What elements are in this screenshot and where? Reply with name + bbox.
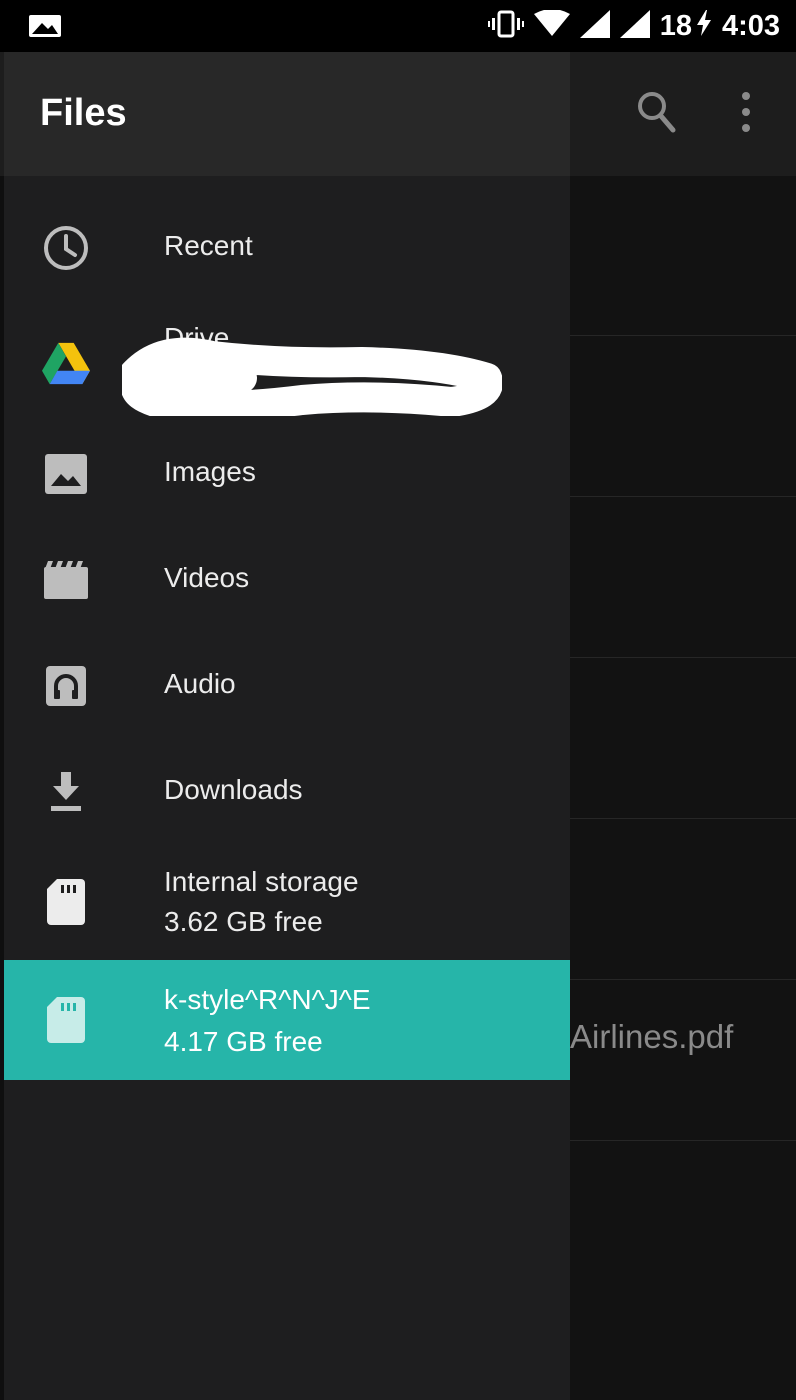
nav-item-free-space: 4.17 GB free	[164, 1026, 323, 1057]
nav-item-label: Audio	[164, 668, 236, 699]
drawer-header: Files	[4, 52, 570, 176]
status-bar: 18 4:03	[0, 0, 796, 52]
audio-icon	[42, 662, 90, 710]
signal-count: 18	[659, 9, 692, 42]
more-vert-icon[interactable]	[740, 90, 752, 139]
vibrate-icon	[487, 10, 524, 43]
navigation-drawer: Files Recent Drive Images Videos Audio D…	[4, 52, 570, 1400]
nav-item-images[interactable]: Images	[4, 420, 570, 526]
cell-signal-icon	[619, 9, 650, 43]
photo-notification-icon	[28, 14, 62, 43]
nav-item-videos[interactable]: Videos	[4, 526, 570, 632]
file-name[interactable]: Airlines.pdf	[570, 1018, 733, 1056]
nav-item-internal-storage[interactable]: Internal storage 3.62 GB free	[4, 846, 570, 960]
cell-signal-icon	[579, 9, 610, 43]
clock-icon	[42, 224, 90, 272]
video-icon	[42, 556, 90, 604]
nav-item-label: Recent	[164, 230, 253, 261]
list-divider	[570, 818, 796, 819]
list-divider	[570, 335, 796, 336]
list-divider	[570, 979, 796, 980]
nav-item-label: Images	[164, 456, 256, 487]
drawer-title: Files	[40, 92, 127, 134]
nav-item-label: Internal storage	[164, 866, 359, 897]
clock: 4:03	[721, 9, 780, 42]
nav-item-label: k-style^R^N^J^E	[164, 984, 371, 1015]
nav-item-label: Downloads	[164, 774, 303, 805]
list-divider	[570, 657, 796, 658]
sd-card-icon	[42, 996, 90, 1044]
list-divider	[570, 496, 796, 497]
google-drive-icon	[42, 340, 90, 388]
list-divider	[570, 1140, 796, 1141]
wifi-icon	[533, 8, 570, 43]
sd-card-icon	[42, 878, 90, 926]
nav-item-label: Videos	[164, 562, 250, 593]
nav-item-downloads[interactable]: Downloads	[4, 738, 570, 844]
battery-charging-icon	[696, 9, 712, 43]
file-list: Airlines.pdf	[570, 176, 796, 1400]
image-icon	[42, 450, 90, 498]
nav-item-sd-card[interactable]: k-style^R^N^J^E 4.17 GB free	[4, 960, 570, 1080]
nav-item-recent[interactable]: Recent	[4, 194, 570, 300]
nav-item-free-space: 3.62 GB free	[164, 906, 323, 937]
download-icon	[42, 768, 90, 816]
nav-item-audio[interactable]: Audio	[4, 632, 570, 738]
redaction-scribble	[122, 337, 502, 416]
search-icon[interactable]	[636, 90, 676, 139]
